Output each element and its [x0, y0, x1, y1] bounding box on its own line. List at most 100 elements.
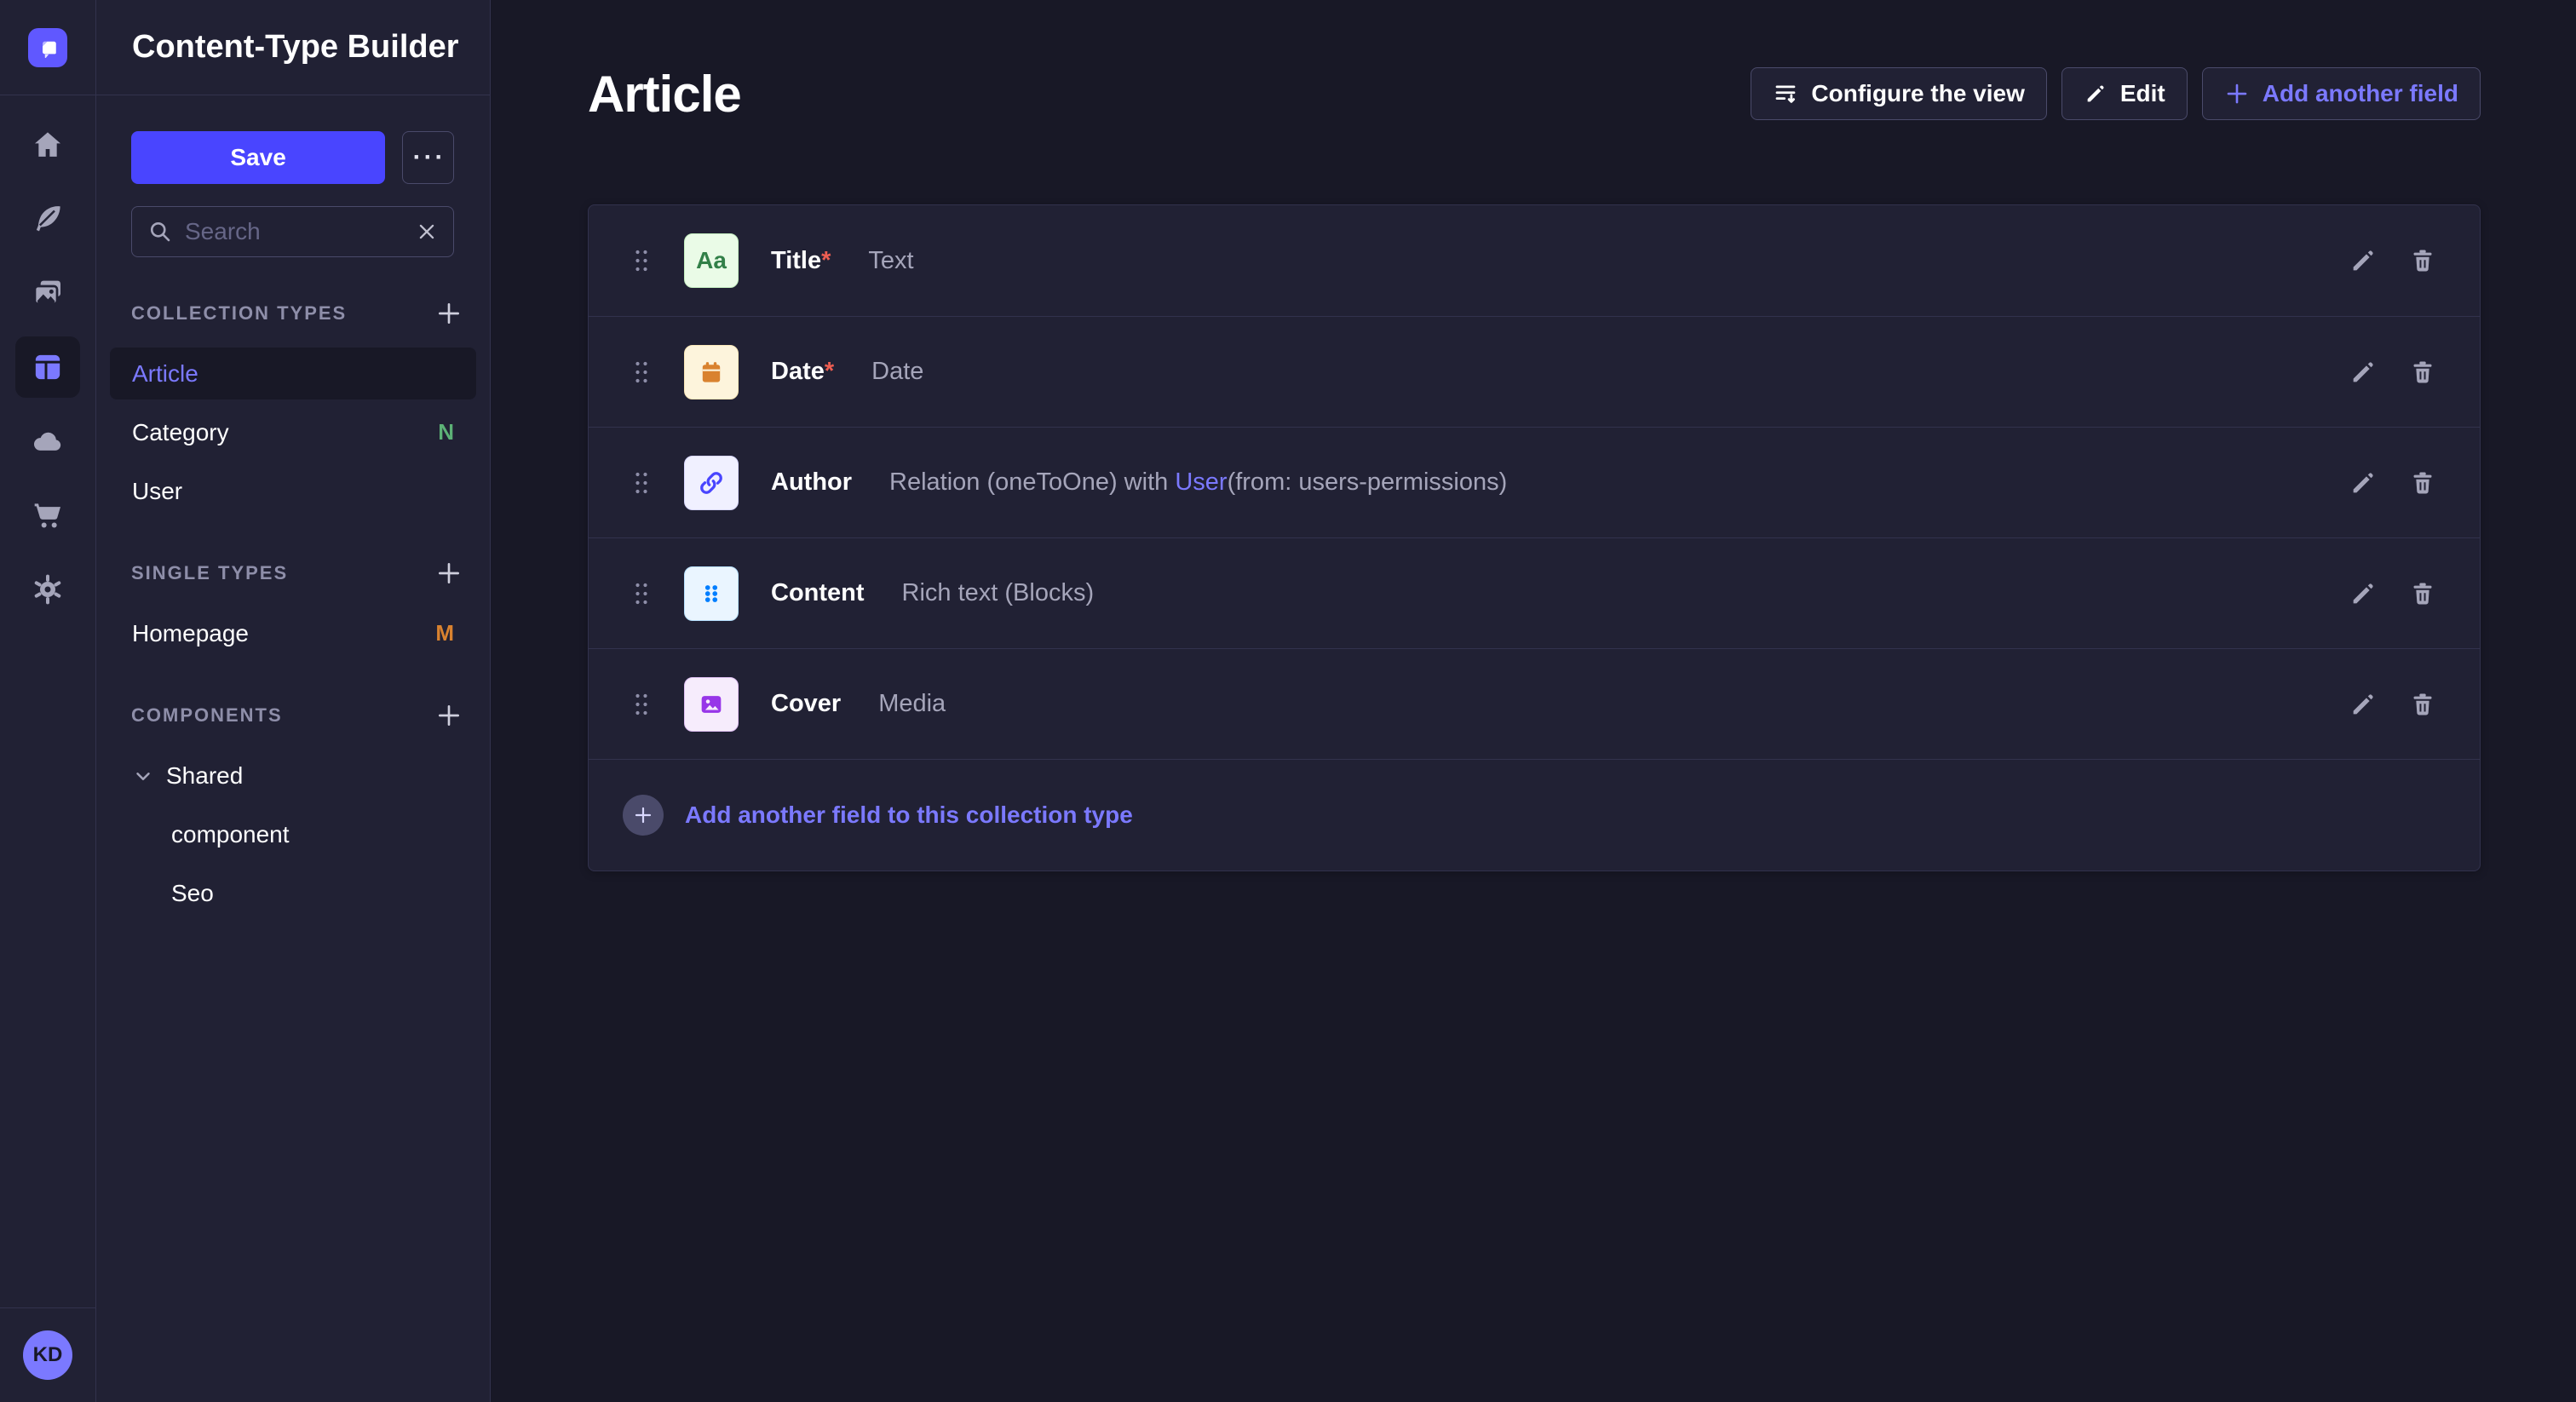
drag-handle[interactable] [633, 692, 650, 717]
drag-handle[interactable] [633, 470, 650, 496]
edit-field-button[interactable] [2348, 468, 2378, 498]
delete-field-button[interactable] [2407, 689, 2438, 720]
status-badge: N [438, 419, 454, 445]
plus-icon [435, 560, 463, 587]
field-type: Media [878, 690, 946, 718]
main-content: Article Configure the view Edit Add anot… [492, 0, 2576, 1402]
delete-field-button[interactable] [2407, 245, 2438, 276]
pencil-icon [2349, 690, 2378, 719]
plugin-title: Content-Type Builder [96, 0, 490, 95]
field-type: Text [868, 247, 913, 275]
rail-item-content-manager[interactable] [15, 188, 80, 250]
pencil-icon [2084, 82, 2107, 106]
cart-icon [31, 498, 65, 532]
rail-footer: KD [0, 1307, 95, 1402]
field-name: Author [771, 468, 852, 497]
search-box[interactable] [131, 206, 454, 257]
layout-icon [31, 350, 65, 384]
sidebar-item-label: component [171, 821, 290, 848]
rail-item-home[interactable] [15, 114, 80, 175]
text-field-icon: Aa [684, 233, 739, 288]
save-button[interactable]: Save [131, 131, 385, 184]
required-marker: * [821, 247, 831, 274]
configure-view-button[interactable]: Configure the view [1751, 67, 2046, 120]
edit-field-button[interactable] [2348, 245, 2378, 276]
add-field-link[interactable]: Add another field to this collection typ… [685, 802, 1133, 829]
component-group-shared[interactable]: Shared [110, 750, 476, 802]
plus-icon [2224, 81, 2250, 106]
more-options-button[interactable]: ··· [402, 131, 454, 184]
section-label: COMPONENTS [131, 704, 283, 727]
status-badge: M [435, 620, 454, 646]
plus-icon [435, 702, 463, 729]
edit-field-button[interactable] [2348, 578, 2378, 609]
edit-field-button[interactable] [2348, 357, 2378, 388]
pencil-icon [2349, 246, 2378, 275]
rail-logo-area [0, 0, 95, 95]
rail-item-settings[interactable] [15, 559, 80, 620]
main-nav-rail: KD [0, 0, 96, 1402]
gear-icon [31, 572, 65, 606]
delete-field-button[interactable] [2407, 468, 2438, 498]
content-type-builder-sidebar: Content-Type Builder Save ··· COLLECTION… [96, 0, 491, 1402]
field-type: Date [871, 358, 923, 386]
photos-icon [31, 276, 65, 310]
drag-handle[interactable] [633, 359, 650, 385]
plus-icon [435, 300, 463, 327]
section-single-types: SINGLE TYPES Homepage M [96, 558, 490, 659]
add-single-type-button[interactable] [432, 556, 466, 590]
ellipsis-icon: ··· [413, 143, 446, 172]
date-field-icon [684, 345, 739, 399]
relation-target-link[interactable]: User [1175, 468, 1227, 496]
section-label: COLLECTION TYPES [131, 302, 347, 325]
media-field-icon [684, 677, 739, 732]
page-title: Article [588, 65, 741, 124]
sidebar-item-category[interactable]: Category N [110, 406, 476, 458]
trash-icon [2408, 358, 2437, 387]
strapi-logo-icon[interactable] [28, 28, 67, 67]
feather-icon [31, 202, 65, 236]
rail-item-deploy[interactable] [15, 411, 80, 472]
field-name: Title* [771, 247, 831, 275]
trash-icon [2408, 579, 2437, 608]
section-collection-types: COLLECTION TYPES Article Category N User [96, 298, 490, 517]
field-row-content: Content Rich text (Blocks) [589, 537, 2480, 648]
add-another-field-button[interactable]: Add another field [2202, 67, 2481, 120]
sidebar-item-user[interactable]: User [110, 465, 476, 517]
edit-field-button[interactable] [2348, 689, 2378, 720]
field-type: Rich text (Blocks) [902, 579, 1095, 607]
required-marker: * [825, 358, 834, 385]
chevron-down-icon [132, 765, 154, 787]
rail-item-content-type-builder[interactable] [15, 336, 80, 398]
sidebar-item-label: Seo [171, 880, 214, 907]
drag-handle[interactable] [633, 248, 650, 273]
rail-item-marketplace[interactable] [15, 485, 80, 546]
add-field-circle-button[interactable] [623, 795, 664, 836]
sidebar-item-homepage[interactable]: Homepage M [110, 607, 476, 659]
sidebar-item-article[interactable]: Article [110, 348, 476, 399]
pencil-icon [2349, 358, 2378, 387]
field-row-author: Author Relation (oneToOne) with User(fro… [589, 427, 2480, 537]
delete-field-button[interactable] [2407, 578, 2438, 609]
field-type: Relation (oneToOne) with User(from: user… [889, 468, 1507, 497]
sidebar-item-seo[interactable]: Seo [110, 867, 476, 919]
field-row-cover: Cover Media [589, 648, 2480, 759]
relation-field-icon [684, 456, 739, 510]
add-field-footer[interactable]: Add another field to this collection typ… [589, 759, 2480, 871]
add-component-button[interactable] [432, 698, 466, 733]
field-name: Content [771, 579, 865, 607]
rail-item-media-library[interactable] [15, 262, 80, 324]
sidebar-item-label: User [132, 478, 182, 505]
drag-handle[interactable] [633, 581, 650, 606]
search-icon [147, 219, 173, 244]
pencil-icon [2349, 579, 2378, 608]
clear-search-button[interactable] [416, 221, 438, 243]
search-input[interactable] [185, 218, 404, 245]
close-icon [416, 221, 438, 243]
component-group-label: Shared [166, 762, 243, 790]
add-collection-type-button[interactable] [432, 296, 466, 330]
delete-field-button[interactable] [2407, 357, 2438, 388]
edit-button[interactable]: Edit [2061, 67, 2188, 120]
sidebar-item-component[interactable]: component [110, 808, 476, 860]
avatar[interactable]: KD [23, 1330, 72, 1380]
